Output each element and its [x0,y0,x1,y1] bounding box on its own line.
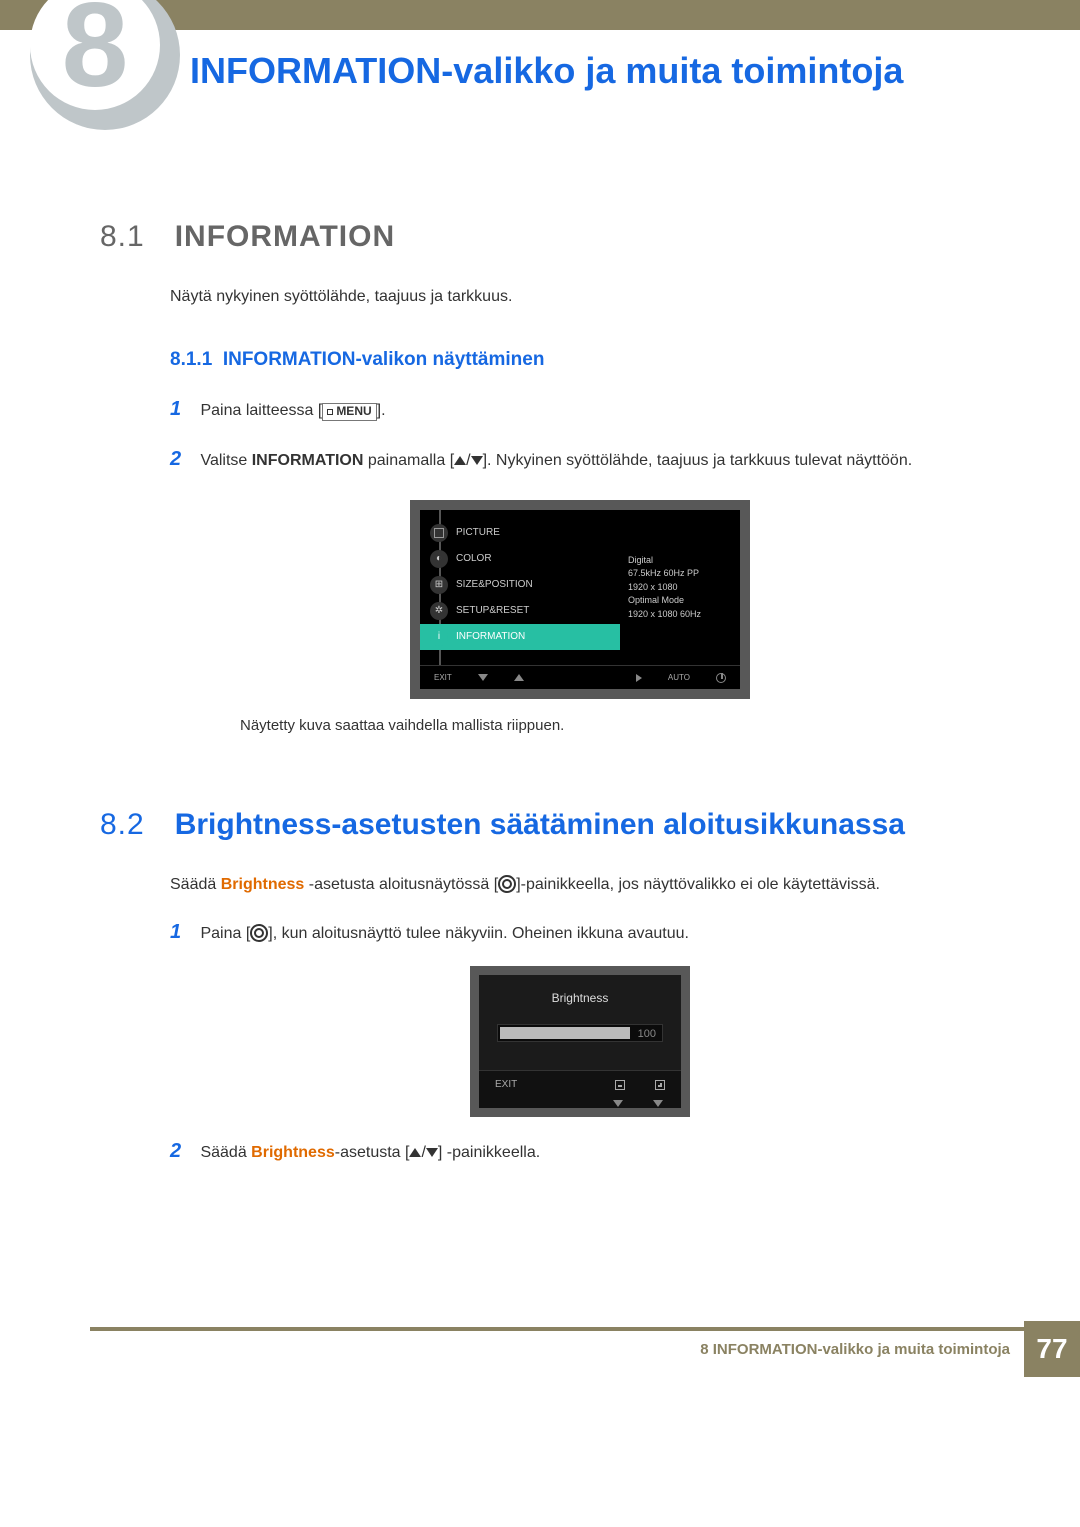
power-icon [716,673,726,683]
section-number: 8.1 [100,220,145,254]
subsection-heading: 8.1.1 INFORMATION-valikon näyttäminen [170,345,990,375]
footer-chapter-text: 8 INFORMATION-valikko ja muita toimintoj… [700,1341,1010,1358]
osd-item-color: ◐COLOR [420,546,620,572]
up-icon [514,674,524,681]
exit-label: EXIT [434,672,452,685]
footer-divider [90,1327,1080,1331]
auto-label: AUTO [668,672,690,685]
step-number: 1 [170,916,196,948]
chapter-header: 8 INFORMATION-valikko ja muita toimintoj… [0,30,1080,120]
step-text: Valitse [200,452,251,469]
size-position-icon: ⊞ [430,576,448,594]
brightness-bar-fill [500,1027,630,1039]
osd-brightness-bottom-bar: EXIT [479,1070,681,1098]
information-icon: i [430,628,448,646]
osd-info-panel: Digital 67.5kHz 60Hz PP 1920 x 1080 Opti… [620,510,740,666]
osd-brightness-screenshot: Brightness 100 EXIT [470,966,690,1117]
up-arrow-icon [454,456,466,465]
page-footer: 8 INFORMATION-valikko ja muita toimintoj… [0,1327,1080,1377]
up-arrow-icon [409,1148,421,1157]
menu-label: MENU [336,402,371,421]
down-icon [653,1100,663,1107]
down-arrow-icon [426,1148,438,1157]
step-number: 1 [170,393,196,425]
osd-bottom-bar: EXIT AUTO [420,665,740,689]
color-icon: ◐ [430,550,448,568]
plus-icon [655,1080,665,1090]
subsection-title: INFORMATION-valikon näyttäminen [223,349,545,370]
section-8-2-heading: 8.2 Brightness-asetusten säätäminen aloi… [100,808,990,842]
page-number: 77 [1024,1321,1080,1377]
play-icon [636,674,642,682]
step-text-after: ]. [377,402,386,419]
keyword-information: INFORMATION [252,452,364,469]
setup-reset-icon: ✲ [430,602,448,620]
step-text: Paina laitteessa [ [200,402,322,419]
step-1: 1 Paina laitteessa [ MENU]. [170,393,990,425]
exit-label: EXIT [495,1077,517,1093]
step-text: painamalla [ [363,452,454,469]
section-8-1-heading: 8.1 INFORMATION [100,220,990,254]
section-intro: Säädä Brightness -asetusta aloitusnäytös… [170,872,990,898]
down-icon [478,674,488,681]
osd-item-information: iINFORMATION [420,624,620,650]
step-text: ]. Nykyinen syöttölähde, taajuus ja tark… [483,452,913,469]
subsection-number: 8.1.1 [170,349,212,370]
chapter-title: INFORMATION-valikko ja muita toimintoja [190,50,903,92]
step-number: 2 [170,443,196,475]
keyword-brightness: Brightness [221,876,305,893]
osd-item-picture: PICTURE [420,520,620,546]
step-1: 1 Paina [], kun aloitusnäyttö tulee näky… [170,916,990,948]
step-2: 2 Säädä Brightness-asetusta [/] -painikk… [170,1135,990,1167]
keyword-brightness: Brightness [251,1144,335,1161]
section-intro: Näytä nykyinen syöttölähde, taajuus ja t… [170,284,990,310]
brightness-bar: 100 [497,1024,663,1042]
down-arrow-icon [471,456,483,465]
osd-item-size-position: ⊞SIZE&POSITION [420,572,620,598]
figure-caption: Näytetty kuva saattaa vaihdella mallista… [240,714,990,738]
down-icon [613,1100,623,1107]
osd-menu-screenshot: PICTURE ◐COLOR ⊞SIZE&POSITION ✲SETUP&RES… [410,500,750,700]
osd-item-setup-reset: ✲SETUP&RESET [420,598,620,624]
minus-icon [615,1080,625,1090]
step-number: 2 [170,1135,196,1167]
osd-brightness-title: Brightness [479,975,681,1018]
section-number: 8.2 [100,808,145,842]
ok-jog-button-icon [250,924,268,942]
section-title: Brightness-asetusten säätäminen aloitusi… [175,808,905,842]
section-title: INFORMATION [175,220,395,254]
picture-icon [430,524,448,542]
menu-glyph-icon [327,409,333,415]
ok-jog-button-icon [498,875,516,893]
menu-button-icon: MENU [322,403,376,421]
step-2: 2 Valitse INFORMATION painamalla [/]. Ny… [170,443,990,475]
brightness-value: 100 [638,1026,656,1044]
